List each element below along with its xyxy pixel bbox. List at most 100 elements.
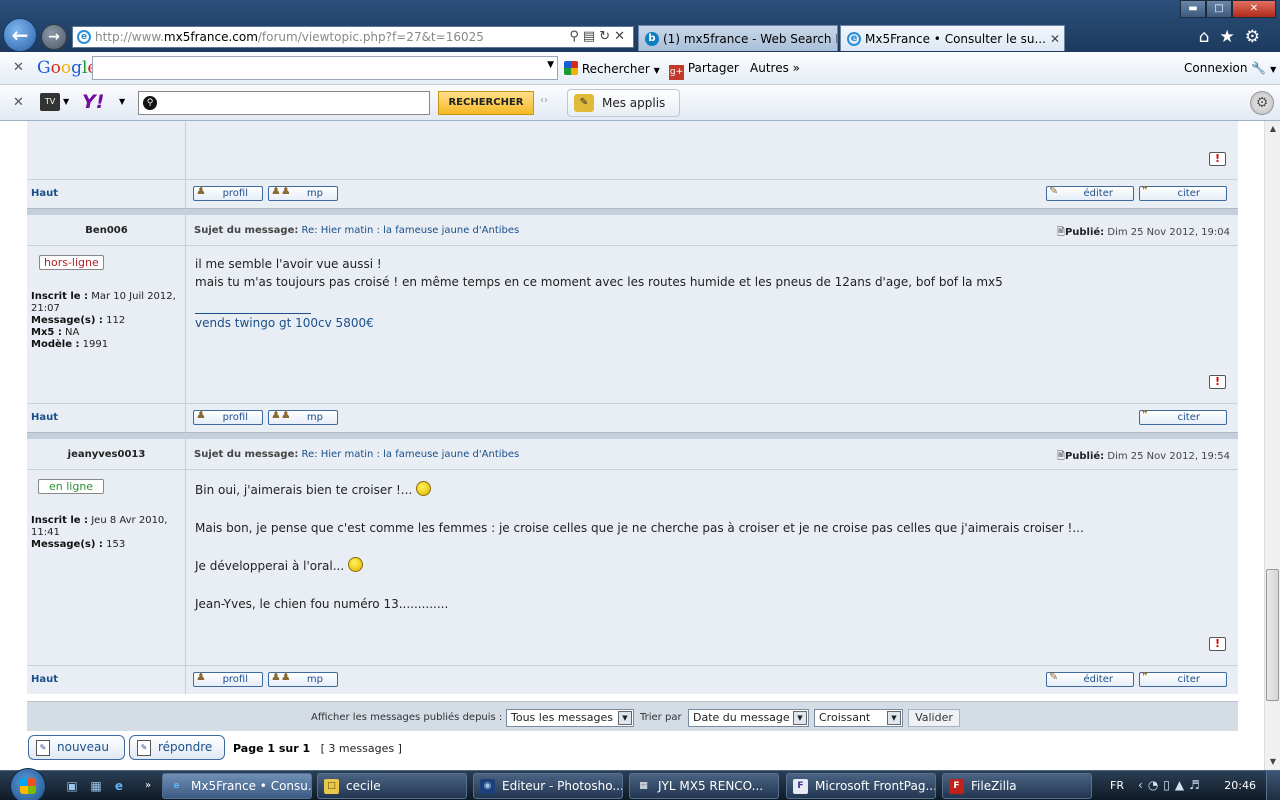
yahoo-rechercher-button[interactable]: RECHERCHER xyxy=(438,91,534,115)
profil-button[interactable]: ♟ profil xyxy=(193,184,263,201)
users-icon: ♟♟ xyxy=(271,184,291,197)
nouveau-button[interactable]: ✎ nouveau xyxy=(28,735,125,760)
editer-button[interactable]: ✎ éditer xyxy=(1046,184,1134,201)
compat-icon[interactable]: ▤ xyxy=(583,29,599,44)
profil-button[interactable]: ♟ profil xyxy=(193,408,263,425)
chevron-left-icon[interactable]: ‹ xyxy=(1138,778,1148,792)
haut-link[interactable]: Haut xyxy=(31,674,58,685)
afficher-select[interactable]: Tous les messages ▼ xyxy=(506,709,634,727)
wifi-icon[interactable]: ▲ xyxy=(1175,778,1189,792)
task-jyl-mx5[interactable]: ▦ JYL MX5 RENCO... xyxy=(629,773,779,799)
valider-button[interactable]: Valider xyxy=(908,709,960,727)
switch-windows-icon[interactable]: ▦ xyxy=(88,778,104,794)
mp-button[interactable]: ♟♟ mp xyxy=(268,408,338,425)
post-author[interactable]: jeanyves0013 xyxy=(27,449,186,460)
scroll-thumb[interactable] xyxy=(1266,569,1279,701)
subject-link[interactable]: Re: Hier matin : la fameuse jaune d'Anti… xyxy=(302,225,520,236)
clock[interactable]: 20:46 xyxy=(1224,779,1256,792)
tools-gear-icon[interactable]: ⚙ xyxy=(1245,27,1270,47)
message-line: Je développerai à l'oral... xyxy=(195,557,1084,575)
mp-button[interactable]: ♟♟ mp xyxy=(268,184,338,201)
scroll-up-icon[interactable]: ▲ xyxy=(1265,121,1280,137)
google-search-input[interactable]: ▼ xyxy=(92,56,558,80)
refresh-icon[interactable]: ↻ xyxy=(599,29,614,44)
toolbar-close-icon[interactable]: ✕ xyxy=(13,60,24,75)
connexion-button[interactable]: Connexion 🔧 ▼ xyxy=(1184,61,1276,75)
repondre-button[interactable]: ✎ répondre xyxy=(129,735,225,760)
close-button[interactable]: ✕ xyxy=(1232,0,1276,18)
editer-button[interactable]: ✎ éditer xyxy=(1046,670,1134,687)
start-button[interactable] xyxy=(10,768,46,800)
haut-link[interactable]: Haut xyxy=(31,412,58,423)
chevron-down-icon[interactable]: ▼ xyxy=(63,97,69,106)
mp-button[interactable]: ♟♟ mp xyxy=(268,670,338,687)
task-label: FileZilla xyxy=(971,779,1017,793)
tab-web-search[interactable]: b (1) mx5france - Web Search Re... xyxy=(638,25,838,51)
address-bar[interactable]: e http://www.mx5france.com/forum/viewtop… xyxy=(72,26,634,48)
language-indicator[interactable]: FR xyxy=(1110,779,1124,792)
rechercher-button[interactable]: Rechercher ▼ xyxy=(564,61,660,76)
autres-button[interactable]: Autres » xyxy=(750,61,800,75)
tab-close-icon[interactable]: ✕ xyxy=(1050,26,1060,51)
search-icon[interactable]: ⚲ xyxy=(569,29,583,44)
task-filezilla[interactable]: F FileZilla xyxy=(942,773,1092,799)
maximize-button[interactable]: □ xyxy=(1206,0,1232,18)
show-desktop-button[interactable] xyxy=(1266,771,1280,800)
settings-gear-icon[interactable]: ⚙ xyxy=(1250,91,1274,115)
wrench-icon[interactable]: 🔧 xyxy=(1251,61,1266,75)
scroll-down-icon[interactable]: ▼ xyxy=(1265,754,1280,770)
post-author[interactable]: Ben006 xyxy=(27,225,186,236)
address-controls: ⚲▤↻✕ xyxy=(569,27,629,47)
task-photoshop[interactable]: ◉ Editeur - Photosho... xyxy=(473,773,623,799)
chevron-down-icon[interactable]: ▼ xyxy=(547,60,554,70)
citer-button[interactable]: ❞ citer xyxy=(1139,184,1227,201)
report-icon[interactable]: ! xyxy=(1209,152,1226,166)
subject-link[interactable]: Re: Hier matin : la fameuse jaune d'Anti… xyxy=(302,449,520,460)
task-cecile[interactable]: □ cecile xyxy=(317,773,467,799)
haut-link[interactable]: Haut xyxy=(31,188,58,199)
back-button[interactable]: ← xyxy=(3,18,37,52)
ordre-select[interactable]: Croissant ▼ xyxy=(814,709,903,727)
forward-button[interactable]: → xyxy=(41,24,67,50)
ie-icon[interactable]: e xyxy=(111,778,127,794)
page-content: ! Haut ♟ profil ♟♟ mp ✎ éditer ❞ citer Ben00… xyxy=(0,121,1264,770)
profil-label: profil xyxy=(222,412,248,423)
post-page-icon[interactable]: 🗎 xyxy=(1057,227,1065,238)
network-icon[interactable]: ◔ xyxy=(1148,778,1163,792)
trier-select[interactable]: Date du message ▼ xyxy=(688,709,809,727)
partager-button[interactable]: g+ Partager xyxy=(669,61,739,80)
tv-icon[interactable]: TV xyxy=(40,93,60,111)
message-text: Bin oui, j'aimerais bien te croiser !... xyxy=(195,483,413,497)
toolbar-close-icon[interactable]: ✕ xyxy=(13,95,24,110)
post-page-icon[interactable]: 🗎 xyxy=(1057,451,1065,462)
vertical-scrollbar[interactable]: ▲ ▼ xyxy=(1264,121,1280,770)
minimize-button[interactable]: ▬ xyxy=(1180,0,1206,18)
stop-icon[interactable]: ✕ xyxy=(614,29,629,44)
citer-button[interactable]: ❞ citer xyxy=(1139,670,1227,687)
task-frontpage[interactable]: F Microsoft FrontPag... xyxy=(786,773,936,799)
chevron-down-icon[interactable]: ▼ xyxy=(119,97,125,106)
task-mx5france[interactable]: e Mx5France • Consu... xyxy=(162,773,312,799)
chevron-down-icon[interactable]: ▼ xyxy=(1270,65,1276,74)
volume-icon[interactable]: ♬ xyxy=(1189,778,1205,792)
yahoo-logo[interactable]: Y! xyxy=(82,91,104,113)
home-icon[interactable]: ⌂ xyxy=(1199,27,1220,47)
rechercher-label: Rechercher xyxy=(581,62,650,76)
mes-applis-button[interactable]: ✎Mes applis ▶ xyxy=(567,89,680,135)
nouveau-label: nouveau xyxy=(57,740,109,754)
show-desktop-icon[interactable]: ▣ xyxy=(64,778,80,794)
citer-button[interactable]: ❞ citer xyxy=(1139,408,1227,425)
chevron-right-icon[interactable]: » xyxy=(140,778,156,794)
tab-mx5france[interactable]: e Mx5France • Consulter le su... ✕ xyxy=(840,25,1065,51)
favorites-star-icon[interactable]: ★ xyxy=(1220,27,1245,47)
profil-button[interactable]: ♟ profil xyxy=(193,670,263,687)
ordre-value: Croissant xyxy=(819,711,871,724)
mp-label: mp xyxy=(306,188,323,199)
resize-handle-icon[interactable]: ‹› xyxy=(540,95,548,106)
chevron-down-icon: ▼ xyxy=(653,66,660,75)
report-icon[interactable]: ! xyxy=(1209,637,1226,651)
yahoo-search-input[interactable]: ⚲ xyxy=(138,91,430,115)
report-icon[interactable]: ! xyxy=(1209,375,1226,389)
battery-icon[interactable]: ▯ xyxy=(1163,778,1175,792)
chevron-down-icon: ▼ xyxy=(618,711,632,725)
